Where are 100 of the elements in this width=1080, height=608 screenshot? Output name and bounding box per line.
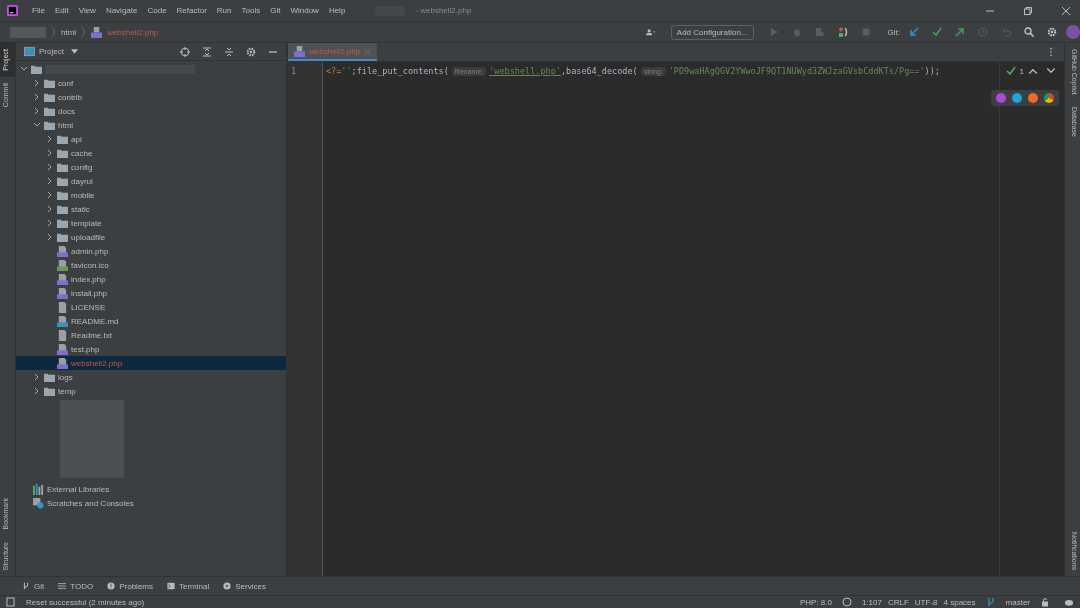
indent-setting[interactable]: 4 spaces bbox=[943, 597, 976, 607]
settings-icon[interactable] bbox=[1047, 27, 1057, 37]
tree-item[interactable]: conf bbox=[58, 78, 74, 88]
chevron-icon[interactable] bbox=[46, 233, 54, 241]
tree-item[interactable]: admin.php bbox=[71, 246, 109, 256]
menu-item[interactable]: Window bbox=[290, 6, 319, 15]
menu-item[interactable]: Help bbox=[328, 6, 346, 15]
chevron-icon[interactable] bbox=[46, 177, 54, 185]
tree-item[interactable]: static bbox=[71, 204, 90, 214]
chevron-icon[interactable] bbox=[33, 79, 41, 87]
close-icon[interactable] bbox=[1061, 5, 1071, 16]
php-version[interactable]: PHP: 8.0 bbox=[799, 597, 832, 607]
tool-window-button[interactable]: Git bbox=[22, 581, 45, 591]
expand-all-icon[interactable] bbox=[202, 46, 212, 57]
list-icon bbox=[58, 582, 67, 590]
app-logo-icon bbox=[7, 5, 18, 16]
chevron-icon[interactable] bbox=[46, 191, 54, 199]
tree-item[interactable]: config bbox=[71, 162, 93, 172]
target-icon[interactable] bbox=[180, 46, 190, 57]
menu-item[interactable]: Git bbox=[270, 6, 281, 15]
tree-item[interactable]: api bbox=[71, 134, 82, 144]
collapse-all-icon[interactable] bbox=[224, 46, 234, 57]
tree-item[interactable]: dayrui bbox=[71, 176, 93, 186]
menu-item[interactable]: Edit bbox=[54, 6, 69, 15]
arrow-icon[interactable] bbox=[909, 27, 919, 37]
tree-item[interactable]: temp bbox=[58, 386, 76, 396]
chevron-icon[interactable] bbox=[33, 107, 41, 115]
code-token: '' bbox=[341, 66, 352, 76]
tree-item[interactable]: webshell2.php bbox=[71, 358, 123, 368]
git-branch[interactable]: master bbox=[1005, 597, 1030, 607]
chevron-icon[interactable] bbox=[46, 219, 54, 227]
menu-item[interactable]: View bbox=[78, 6, 96, 15]
tree-item[interactable]: mobile bbox=[71, 190, 95, 200]
tree-item[interactable]: External Libraries bbox=[47, 484, 110, 494]
chevron-icon[interactable] bbox=[33, 387, 41, 395]
folder-icon bbox=[57, 133, 68, 145]
tree-item[interactable]: template bbox=[71, 218, 102, 228]
window-title: - webshell2.php bbox=[415, 6, 472, 15]
tool-window-button[interactable]: Terminal bbox=[167, 581, 210, 591]
tree-item[interactable]: README.md bbox=[71, 316, 119, 326]
line-separator[interactable]: CRLF bbox=[887, 597, 909, 607]
menu-item[interactable]: File bbox=[32, 6, 45, 15]
tree-item[interactable]: docs bbox=[58, 106, 75, 116]
folder-icon bbox=[57, 161, 68, 173]
maximize-icon[interactable] bbox=[1023, 5, 1033, 16]
tree-item[interactable]: cache bbox=[71, 148, 93, 158]
tree-item[interactable]: LICENSE bbox=[71, 302, 106, 312]
code-token: 'webshell.php' bbox=[489, 66, 561, 76]
tree-item[interactable]: contrib bbox=[58, 92, 82, 102]
menu-item[interactable]: Code bbox=[147, 6, 167, 15]
chevron-icon[interactable] bbox=[46, 149, 54, 157]
breadcrumb[interactable]: html bbox=[61, 27, 77, 37]
tree-item[interactable]: Scratches and Consoles bbox=[47, 498, 134, 508]
tool-window-button[interactable]: Services bbox=[223, 581, 266, 591]
tree-item[interactable]: html bbox=[58, 120, 74, 130]
folder-icon bbox=[57, 231, 68, 243]
tree-item[interactable]: install.php bbox=[71, 288, 108, 298]
chevron-down-icon[interactable] bbox=[1046, 66, 1056, 76]
chevron-icon[interactable] bbox=[20, 65, 28, 73]
tree-item[interactable]: test.php bbox=[71, 344, 100, 354]
chevron-icon[interactable] bbox=[46, 205, 54, 213]
folder-icon bbox=[57, 147, 68, 159]
users-icon[interactable] bbox=[645, 27, 656, 37]
file-encoding[interactable]: UTF-8 bbox=[914, 597, 938, 607]
php-file-icon bbox=[294, 45, 305, 57]
menu-item[interactable]: Navigate bbox=[105, 6, 138, 15]
caret-position[interactable]: 1:107 bbox=[861, 597, 882, 607]
tree-item[interactable]: logs bbox=[58, 372, 73, 382]
chevron-up-icon[interactable] bbox=[1028, 66, 1038, 76]
checkmark-icon[interactable] bbox=[932, 27, 942, 37]
chevron-icon bbox=[51, 26, 56, 38]
tool-window-button[interactable]: TODO bbox=[58, 581, 94, 591]
tree-item[interactable]: index.php bbox=[71, 274, 106, 284]
tree-item[interactable]: favicon.ico bbox=[71, 260, 109, 270]
search-icon[interactable] bbox=[1024, 27, 1034, 37]
app-logo-icon[interactable] bbox=[996, 93, 1006, 103]
add-configuration-button[interactable]: Add Configuration... bbox=[670, 24, 754, 40]
folder-icon bbox=[31, 63, 42, 75]
tree-item[interactable]: Readme.txt bbox=[71, 330, 112, 340]
dropdown-icon[interactable] bbox=[70, 49, 78, 54]
lock-icon[interactable] bbox=[1040, 597, 1050, 607]
settings-icon[interactable] bbox=[246, 46, 256, 57]
tree-item[interactable]: uploadfile bbox=[71, 232, 106, 242]
chevron-icon[interactable] bbox=[46, 135, 54, 143]
menu-item[interactable]: Run bbox=[216, 6, 232, 15]
panel-title[interactable]: Project bbox=[39, 47, 64, 56]
arrow-icon[interactable] bbox=[955, 27, 965, 37]
inspection-count[interactable]: 1 bbox=[1019, 66, 1024, 76]
menu-item[interactable]: Refactor bbox=[176, 6, 207, 15]
chevron-icon[interactable] bbox=[46, 163, 54, 171]
libraries-icon bbox=[33, 483, 44, 495]
chevron-icon[interactable] bbox=[33, 121, 41, 129]
notification-icon[interactable] bbox=[1064, 597, 1074, 607]
git-label: Git: bbox=[887, 27, 900, 37]
tool-window-button[interactable]: Problems bbox=[107, 581, 153, 591]
chevron-icon[interactable] bbox=[33, 373, 41, 381]
file-icon bbox=[57, 273, 68, 285]
menu-item[interactable]: Tools bbox=[241, 6, 261, 15]
chevron-icon[interactable] bbox=[33, 93, 41, 101]
panel-toggle-icon[interactable] bbox=[6, 597, 16, 607]
